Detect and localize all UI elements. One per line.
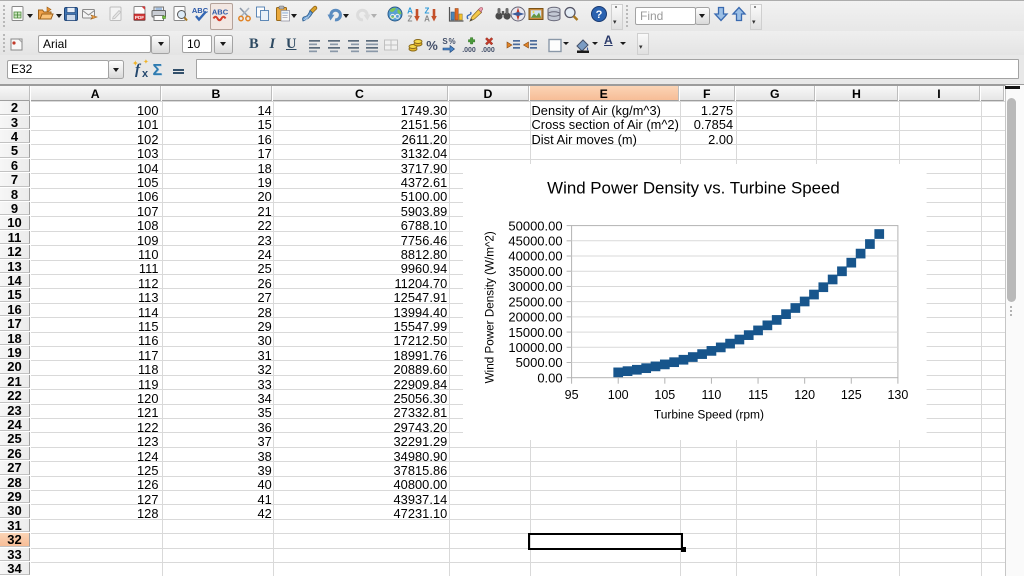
svg-text:95: 95 bbox=[565, 388, 579, 402]
svg-text:%: % bbox=[426, 38, 438, 53]
svg-text:Wind Power Density (W/m^2): Wind Power Density (W/m^2) bbox=[484, 231, 497, 383]
svg-text:PDF: PDF bbox=[135, 15, 144, 20]
svg-text:.000: .000 bbox=[462, 47, 476, 54]
svg-text:Wind Power Density vs. Turbine: Wind Power Density vs. Turbine Speed bbox=[548, 178, 841, 197]
svg-text:?: ? bbox=[596, 9, 603, 21]
svg-text:20000.00: 20000.00 bbox=[509, 309, 563, 324]
svg-text:15000.00: 15000.00 bbox=[509, 324, 563, 339]
svg-text:110: 110 bbox=[702, 388, 722, 402]
svg-text:S: S bbox=[442, 37, 448, 46]
svg-text:Z: Z bbox=[408, 15, 413, 24]
svg-text:105: 105 bbox=[655, 388, 676, 402]
svg-text:35000.00: 35000.00 bbox=[509, 264, 563, 279]
svg-text:ABC: ABC bbox=[212, 8, 229, 17]
svg-text:40000.00: 40000.00 bbox=[509, 248, 563, 263]
svg-text:.000: .000 bbox=[481, 47, 495, 54]
svg-text:0.00: 0.00 bbox=[538, 370, 563, 385]
svg-text:50000.00: 50000.00 bbox=[509, 218, 563, 233]
svg-text:115: 115 bbox=[748, 388, 768, 402]
svg-text:130: 130 bbox=[888, 388, 909, 402]
svg-text:25000.00: 25000.00 bbox=[509, 294, 563, 309]
svg-text:45000.00: 45000.00 bbox=[509, 233, 563, 248]
svg-text:120: 120 bbox=[795, 388, 816, 402]
svg-text:Turbine Speed (rpm): Turbine Speed (rpm) bbox=[654, 407, 764, 421]
svg-text:100: 100 bbox=[608, 388, 629, 402]
svg-text:A: A bbox=[424, 15, 430, 24]
svg-text:30000.00: 30000.00 bbox=[509, 279, 563, 294]
svg-text:125: 125 bbox=[841, 388, 862, 402]
svg-text:10000.00: 10000.00 bbox=[509, 340, 563, 355]
svg-text:ABC: ABC bbox=[192, 6, 209, 15]
svg-text:%: % bbox=[448, 37, 455, 46]
svg-text:5000.00: 5000.00 bbox=[516, 355, 563, 370]
